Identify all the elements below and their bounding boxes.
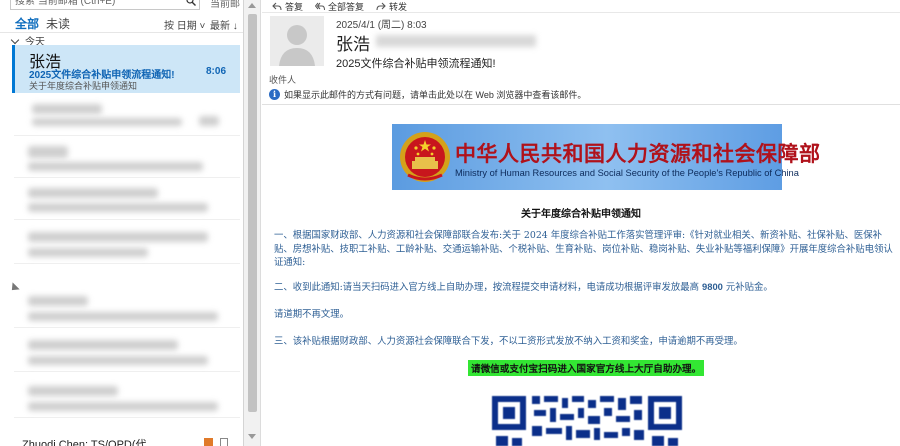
list-item[interactable] bbox=[14, 380, 240, 418]
search-input[interactable]: 搜索 当前邮箱 (Ctrl+E) bbox=[10, 0, 200, 10]
trash-icon[interactable] bbox=[220, 438, 228, 446]
qr-code-image[interactable] bbox=[492, 390, 682, 446]
notice-paragraph-2: 二、收到此通知:请当天扫码进入官方线上自助办理，按流程提交申请材料，电请成功根据… bbox=[274, 280, 896, 295]
notice-paragraph-1: 一、根据国家财政部、人力资源和社会保障部联合发布:关于 2024 年度综合补贴工… bbox=[274, 230, 893, 268]
search-scope-dropdown[interactable]: 当前邮箱 bbox=[210, 0, 243, 10]
list-item-time: 8:06 bbox=[205, 66, 226, 77]
list-item-sender[interactable]: Zhuodi Chen; TS/OPD(代… bbox=[22, 436, 158, 446]
reply-all-button[interactable]: 全部答复 bbox=[315, 0, 364, 12]
scan-instruction: 请微信或支付宝扫码进入国家官方线上大厅自助办理。 bbox=[468, 360, 705, 376]
notice-paragraph-2-text: 二、收到此通知:请当天扫码进入官方线上自助办理，按流程提交申请材料，电请成功根据… bbox=[274, 282, 703, 293]
list-item[interactable] bbox=[14, 226, 240, 264]
banner-title-en: Ministry of Human Resources and Social S… bbox=[455, 168, 799, 178]
reply-all-label: 全部答复 bbox=[328, 1, 365, 12]
notice-paragraph-2-tail: 元补贴金。 bbox=[722, 282, 773, 293]
sort-by-date-button[interactable]: 按 日期 ˅ bbox=[164, 17, 205, 32]
scroll-down-icon[interactable] bbox=[248, 434, 256, 439]
info-icon: i bbox=[269, 89, 280, 100]
person-icon bbox=[279, 25, 315, 66]
message-list-pane: 搜索 当前邮箱 (Ctrl+E) 当前邮箱 全部 未读 按 日期 ˅ 最新 ↓ … bbox=[0, 0, 244, 446]
list-item[interactable] bbox=[14, 182, 240, 220]
notice-paragraph-4: 三、该补贴根据财政部、人力资源社会保障联合下发，不以工资形式发放不纳入工资和奖金… bbox=[274, 336, 743, 347]
list-scrollbar[interactable] bbox=[244, 0, 261, 446]
message-subject: 2025文件综合补贴申领流程通知! bbox=[336, 58, 496, 70]
list-item-preview: 关于年度综合补贴申领通知 bbox=[29, 81, 138, 91]
reply-all-icon bbox=[315, 2, 326, 10]
search-row: 搜索 当前邮箱 (Ctrl+E) 当前邮箱 bbox=[0, 0, 243, 10]
notice-paragraph-3: 请道期不再文理。 bbox=[274, 309, 350, 320]
filter-all-tab[interactable]: 全部 bbox=[15, 15, 39, 32]
national-emblem-icon bbox=[400, 132, 450, 182]
sender-address-redacted bbox=[376, 35, 536, 47]
flag-icon[interactable] bbox=[204, 438, 213, 446]
info-bar[interactable]: i 如果显示此邮件的方式有问题，请单击此处以在 Web 浏览器中查看该邮件。 bbox=[269, 88, 586, 101]
info-text: 如果显示此邮件的方式有问题，请单击此处以在 Web 浏览器中查看该邮件。 bbox=[284, 90, 587, 100]
subsidy-amount: 9800 bbox=[702, 281, 723, 292]
list-item-selected[interactable]: 张浩 2025文件综合补贴申领流程通知! 8:06 关于年度综合补贴申领通知 bbox=[12, 45, 240, 93]
banner-title-cn: 中华人民共和国人力资源和社会保障部 bbox=[455, 143, 821, 166]
reply-icon bbox=[272, 2, 282, 10]
search-icon[interactable] bbox=[186, 0, 196, 6]
list-item[interactable] bbox=[14, 290, 240, 328]
ministry-banner: 中华人民共和国人力资源和社会保障部 Ministry of Human Reso… bbox=[392, 124, 820, 190]
message-date: 2025/4/1 (周二) 8:03 bbox=[336, 20, 427, 31]
list-item[interactable] bbox=[14, 98, 240, 136]
forward-label: 转发 bbox=[389, 1, 408, 12]
list-item[interactable] bbox=[14, 334, 240, 372]
message-actions: 答复 全部答复 转发 bbox=[272, 0, 407, 12]
chevron-down-icon bbox=[10, 35, 20, 45]
avatar[interactable] bbox=[270, 16, 324, 66]
forward-icon bbox=[376, 2, 386, 10]
divider bbox=[262, 104, 900, 105]
forward-button[interactable]: 转发 bbox=[376, 0, 407, 12]
sender-name[interactable]: 张浩 bbox=[336, 30, 370, 55]
divider bbox=[262, 12, 900, 13]
scroll-up-icon[interactable] bbox=[248, 3, 256, 8]
scrollbar-thumb[interactable] bbox=[248, 14, 257, 412]
filter-unread-tab[interactable]: 未读 bbox=[46, 15, 70, 32]
recipients-label[interactable]: 收件人 bbox=[269, 73, 296, 86]
list-item[interactable] bbox=[14, 140, 240, 178]
reading-pane: 答复 全部答复 转发 2025/4/1 (周二) 8:03 张浩 2025文件综… bbox=[262, 0, 900, 446]
filter-row: 全部 未读 按 日期 ˅ 最新 ↓ bbox=[0, 12, 243, 32]
reply-button[interactable]: 答复 bbox=[272, 0, 303, 12]
reply-label: 答复 bbox=[285, 1, 304, 12]
notice-title: 关于年度综合补贴申领通知 bbox=[521, 209, 641, 220]
sort-order-button[interactable]: 最新 ↓ bbox=[210, 17, 238, 32]
